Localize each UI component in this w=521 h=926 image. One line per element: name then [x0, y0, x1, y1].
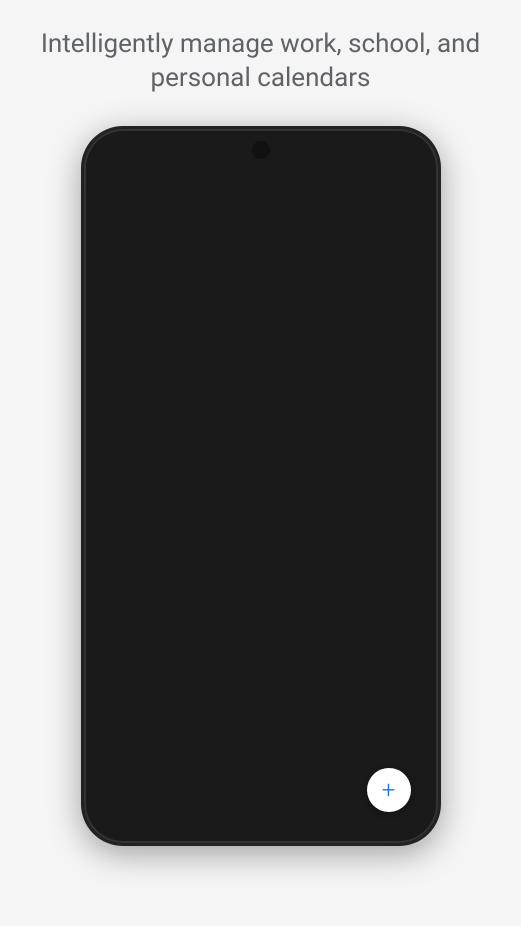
day-num-mon[interactable]: 20: [102, 233, 132, 263]
flight-image: ✈: [343, 519, 423, 587]
fab-button[interactable]: +: [367, 768, 411, 812]
app-bar: January: [91, 168, 431, 212]
task-check-icon: [153, 305, 168, 319]
event-prepare-workshop[interactable]: Prepare workshop 11 AM: [143, 590, 423, 629]
search-button[interactable]: [313, 176, 341, 204]
event-title: Finalize presentation: [153, 305, 413, 319]
event-title: Marketing workshop: [153, 638, 413, 652]
event-zurich-day2[interactable]: Zürich design days (Day 2/2): [143, 480, 423, 516]
day-label-mon20: MON 20: [91, 218, 143, 463]
event-time: 12–3 PM: [153, 652, 413, 665]
flight-illustration: ✈: [343, 519, 423, 587]
day-label-tue21: TUE 21: [91, 480, 143, 671]
hamburger-button[interactable]: [105, 179, 131, 201]
day-name-mon: MON: [104, 222, 128, 233]
dinner-illustration: [343, 383, 423, 463]
event-time: 11 AM: [153, 610, 413, 623]
event-time: 5:30–9 PM: [153, 405, 333, 418]
status-icons: [357, 149, 411, 161]
calendar-view-button[interactable]: [351, 176, 379, 204]
more-options-button[interactable]: [389, 176, 417, 204]
status-bar: 11:58 AM: [91, 136, 431, 168]
day-section-mon20: MON 20 Zürich design days (Day 1/2) Proj…: [91, 212, 431, 469]
event-time: 7–9 AM: [153, 541, 333, 554]
event-title: Zürich design days (Day 1/2): [153, 228, 307, 242]
timeline-dot: [125, 336, 135, 346]
event-store-opening[interactable]: Store opening 2–3 PM 👩: [143, 341, 423, 380]
events-column-mon20: Zürich design days (Day 1/2) Project upd…: [143, 218, 423, 463]
event-time: 10–10:30 AM: [153, 277, 413, 290]
event-sub: Zürich ZRH: [153, 554, 333, 567]
event-flight[interactable]: Flight to Barcelona (LX 1952) 7–9 AM Zür…: [143, 519, 423, 587]
event-dinner[interactable]: Dinner with Gloria 5:30–9 PM Central: [143, 383, 423, 463]
event-time: 2–3 PM: [153, 361, 413, 374]
events-column-tue21: Zürich design days (Day 2/2) Flight to B…: [143, 480, 423, 671]
day-divider: [91, 471, 431, 472]
day-name-tue: TUE: [107, 484, 127, 495]
event-time: 10:30 AM: [153, 319, 413, 332]
status-time: 11:58 AM: [111, 147, 167, 162]
chevron-down-icon: [207, 188, 215, 193]
calendar-icon: [355, 180, 375, 200]
event-title: Zürich design days (Day 2/2): [153, 490, 307, 504]
event-zurich-day1[interactable]: Zürich design days (Day 1/2): [143, 218, 423, 254]
phone-wrapper: 11:58 AM: [81, 126, 441, 846]
event-project-update[interactable]: Project update 10–10:30 AM: [143, 257, 423, 296]
event-avatar: 👩: [387, 346, 415, 374]
event-finalize[interactable]: Finalize presentation 10:30 AM: [143, 299, 423, 338]
event-title: Flight to Barcelona (LX 1952): [153, 527, 333, 541]
event-title: Project update: [153, 263, 413, 277]
dinner-image: [343, 383, 423, 463]
task-check-icon2: [153, 596, 168, 610]
day-num-tue[interactable]: 21: [102, 495, 132, 525]
event-title: Dinner with Gloria: [153, 391, 333, 405]
phone-screen: 11:58 AM: [91, 136, 431, 836]
event-marketing-workshop[interactable]: Marketing workshop 12–3 PM: [143, 632, 423, 671]
wifi-icon: [357, 149, 371, 161]
more-vert-icon: [394, 181, 412, 199]
flight-text: Flight to Barcelona (LX 1952) 7–9 AM Zür…: [143, 519, 343, 587]
fab-plus-icon: +: [382, 776, 396, 804]
page-header: Intelligently manage work, school, and p…: [0, 0, 521, 116]
event-title: Prepare workshop: [153, 596, 413, 610]
event-title: Store opening: [153, 347, 413, 361]
month-title[interactable]: January: [141, 179, 303, 200]
app-bar-actions: [313, 176, 417, 204]
day-section-tue21: TUE 21 Zürich design days (Day 2/2) Flig…: [91, 474, 431, 677]
search-icon: [317, 180, 337, 200]
event-sub: Central: [153, 418, 333, 431]
calendar-content: MON 20 Zürich design days (Day 1/2) Proj…: [91, 212, 431, 836]
dinner-text: Dinner with Gloria 5:30–9 PM Central: [143, 383, 343, 463]
battery-icon: [393, 149, 411, 161]
signal-icon: [375, 149, 389, 161]
